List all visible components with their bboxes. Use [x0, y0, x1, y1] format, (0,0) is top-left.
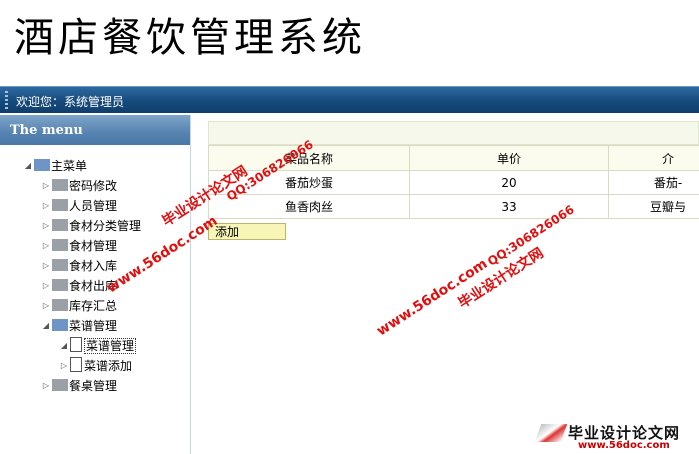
sidebar-item-staff[interactable]: ▷ 人员管理 — [40, 197, 117, 215]
expand-icon[interactable]: ▷ — [40, 177, 52, 195]
app-title: 酒店餐饮管理系统 — [14, 15, 366, 61]
sidebar-item-ingredient[interactable]: ▷ 食材管理 — [40, 237, 117, 255]
document-icon — [70, 337, 82, 352]
expand-icon[interactable]: ▷ — [40, 277, 52, 295]
sidebar-item-password[interactable]: ▷ 密码修改 — [40, 177, 117, 195]
sidebar-item-label: 餐桌管理 — [69, 379, 118, 393]
site-logo: 毕业设计论文网 www.56doc.com — [534, 418, 699, 454]
sidebar-item-label: 食材入库 — [69, 259, 118, 273]
table-row[interactable]: 番茄炒蛋 20 番茄- — [208, 170, 699, 195]
column-header-price: 单价 — [409, 145, 609, 171]
logo-icon — [534, 424, 568, 442]
sidebar-item-label: 菜谱添加 — [84, 359, 133, 373]
content-header-strip — [208, 121, 699, 145]
logo-url: www.56doc.com — [578, 440, 670, 451]
sidebar-item-label: 库存汇总 — [69, 299, 118, 313]
expand-icon[interactable]: ▷ — [40, 237, 52, 255]
sidebar-item-label: 人员管理 — [69, 199, 118, 213]
welcome-text: 欢迎您：系统管理员 — [16, 95, 125, 109]
cell-desc: 豆瓣与 — [608, 194, 699, 219]
column-header-desc: 介 — [608, 145, 699, 171]
folder-open-icon — [52, 319, 68, 331]
expand-icon[interactable]: ▷ — [40, 257, 52, 275]
sidebar-menu: The menu ◢ 主菜单 ▷ 密码修改 ▷ 人员管理 ▷ 食材分类管理 ▷ 食材管理 … — [0, 115, 191, 454]
sidebar-subitem-recipe-manage[interactable]: ◢ 菜谱管理 — [58, 337, 137, 355]
cell-desc: 番茄- — [608, 170, 699, 195]
collapse-icon[interactable]: ◢ — [40, 317, 52, 335]
folder-open-icon — [34, 159, 50, 171]
sidebar-item-inventory-summary[interactable]: ▷ 库存汇总 — [40, 297, 117, 315]
sidebar-subitem-recipe-add[interactable]: ▷ 菜谱添加 — [58, 357, 132, 375]
table-row[interactable]: 鱼香肉丝 33 豆瓣与 — [208, 194, 699, 219]
folder-icon — [52, 379, 68, 391]
cell-price: 33 — [409, 194, 609, 219]
folder-icon — [52, 299, 68, 311]
sidebar-item-recipe[interactable]: ◢ 菜谱管理 — [40, 317, 117, 335]
cell-price: 20 — [409, 170, 609, 195]
folder-icon — [52, 179, 68, 191]
expand-icon[interactable]: ▷ — [40, 377, 52, 395]
collapse-icon[interactable]: ◢ — [58, 337, 70, 355]
folder-icon — [52, 259, 68, 271]
folder-icon — [52, 279, 68, 291]
sidebar-item-label: 菜谱管理 — [69, 319, 118, 333]
grip-icon — [5, 91, 8, 109]
sidebar-item-stock-in[interactable]: ▷ 食材入库 — [40, 257, 117, 275]
folder-icon — [52, 239, 68, 251]
expand-icon[interactable]: ▷ — [58, 357, 70, 375]
top-bar: 欢迎您：系统管理员 — [0, 86, 699, 113]
collapse-icon[interactable]: ◢ — [22, 157, 34, 175]
sidebar-item-label: 食材分类管理 — [69, 219, 142, 233]
tree-root-label: 主菜单 — [51, 159, 88, 173]
menu-header: The menu — [0, 115, 190, 145]
document-icon — [70, 357, 82, 372]
sidebar-item-ingredient-category[interactable]: ▷ 食材分类管理 — [40, 217, 141, 235]
expand-icon[interactable]: ▷ — [40, 197, 52, 215]
sidebar-item-label: 菜谱管理 — [84, 338, 137, 354]
tree-root[interactable]: ◢ 主菜单 — [22, 157, 87, 175]
sidebar-item-label: 密码修改 — [69, 179, 118, 193]
sidebar-item-table[interactable]: ▷ 餐桌管理 — [40, 377, 117, 395]
sidebar-item-label: 食材管理 — [69, 239, 118, 253]
expand-icon[interactable]: ▷ — [40, 217, 52, 235]
folder-icon — [52, 219, 68, 231]
folder-icon — [52, 199, 68, 211]
expand-icon[interactable]: ▷ — [40, 297, 52, 315]
